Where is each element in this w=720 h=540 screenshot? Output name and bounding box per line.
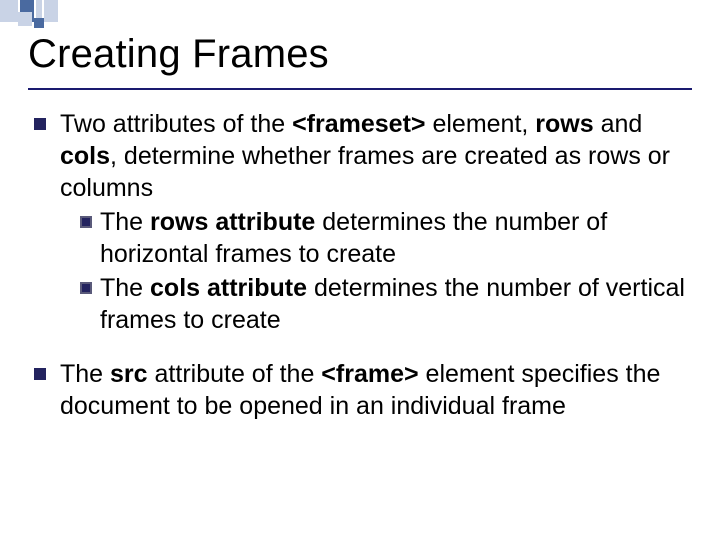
- bullet-1: Two attributes of the <frameset> element…: [34, 108, 686, 336]
- src-keyword: src: [110, 360, 148, 388]
- sub-bullet-2-text: The cols attribute determines the number…: [100, 272, 686, 336]
- sub-bullet-1: The rows attribute determines the number…: [80, 206, 686, 270]
- bullet-1-text: Two attributes of the <frameset> element…: [60, 108, 686, 336]
- corner-decoration: [0, 0, 120, 30]
- rows-attribute-keyword: rows attribute: [150, 208, 315, 236]
- slide-body: Two attributes of the <frameset> element…: [34, 108, 686, 444]
- text-run: , determine whether frames are created a…: [60, 142, 670, 202]
- text-run: Two attributes of the: [60, 110, 292, 138]
- bullet-2: The src attribute of the <frame> element…: [34, 358, 686, 422]
- rows-keyword: rows: [535, 110, 593, 138]
- slide: Creating Frames Two attributes of the <f…: [0, 0, 720, 540]
- bullet-square-icon: [34, 368, 46, 380]
- bullet-hollow-square-icon: [80, 282, 92, 294]
- text-run: The: [100, 274, 150, 302]
- frameset-tag: <frameset>: [292, 110, 425, 138]
- text-run: attribute of the: [148, 360, 322, 388]
- cols-attribute-keyword: cols attribute: [150, 274, 307, 302]
- bullet-hollow-square-icon: [80, 216, 92, 228]
- sub-bullets: The rows attribute determines the number…: [60, 206, 686, 336]
- title-underline: [28, 88, 692, 90]
- text-run: element,: [426, 110, 536, 138]
- bullet-2-text: The src attribute of the <frame> element…: [60, 358, 686, 422]
- sub-bullet-2: The cols attribute determines the number…: [80, 272, 686, 336]
- bullet-square-icon: [34, 118, 46, 130]
- cols-keyword: cols: [60, 142, 110, 170]
- slide-title: Creating Frames: [28, 32, 329, 77]
- text-run: The: [100, 208, 150, 236]
- frame-tag: <frame>: [321, 360, 418, 388]
- sub-bullet-1-text: The rows attribute determines the number…: [100, 206, 686, 270]
- text-run: and: [594, 110, 643, 138]
- text-run: The: [60, 360, 110, 388]
